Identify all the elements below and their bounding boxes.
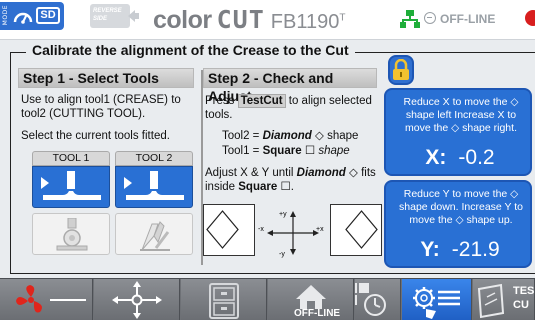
brand-model-number: FB1190 [270, 11, 340, 33]
axis-label-plus-x: +x [316, 226, 324, 233]
tool2-shape-line: Tool2 = Diamond ◇ shape [222, 128, 358, 142]
adjust-instruction: Adjust X & Y until Diamond ◇ fits inside… [205, 167, 376, 193]
adjust-shape2-name: Square [238, 181, 278, 193]
tool2-button[interactable] [115, 166, 193, 208]
step2-instruction: Press TestCut to align selected tools. [205, 94, 383, 122]
files-button[interactable] [181, 279, 267, 320]
tool2-option-button[interactable] [115, 213, 193, 255]
diamond-icon: ◇ [349, 167, 358, 179]
testcut-inline-button[interactable]: TestCut [237, 94, 286, 108]
adjust-x-value: -0.2 [458, 146, 495, 169]
gauge-icon [13, 12, 33, 24]
crease-tool-icon [41, 171, 101, 200]
top-bar: MODE SD REVERSE SIDE color CUT FB1190T O… [0, 0, 535, 40]
testcut-button[interactable]: TES CU [473, 279, 535, 320]
tool1-header: TOOL 1 [32, 151, 110, 166]
crease-wheel-icon [56, 218, 88, 251]
adjust-y-panel[interactable]: Reduce Y to move the ◇ shape down. Incre… [384, 180, 532, 268]
connection-status-label: OFF-LINE [440, 12, 496, 26]
adjust-x-label: X: [425, 146, 447, 169]
filing-cabinet-icon [209, 283, 239, 319]
crease-tool-icon [124, 171, 184, 200]
lock-icon [393, 59, 409, 80]
clock-grid-icon [355, 283, 386, 316]
tool1-button[interactable] [32, 166, 110, 208]
tool2-header: TOOL 2 [115, 151, 193, 166]
tool1-option-button[interactable] [32, 213, 110, 255]
axis-label-minus-x: -x [258, 226, 264, 233]
brand-model-superscript: T [339, 12, 346, 24]
mode-button[interactable]: MODE SD [0, 2, 64, 30]
step1-select-text: Select the current tools fitted. [21, 130, 170, 142]
square-icon: ☐ [280, 181, 291, 193]
step1-header: Step 1 - Select Tools [18, 68, 194, 88]
adjust-prefix: Adjust X & Y until [205, 167, 294, 179]
adjust-x-readout: X: -0.2 [386, 146, 534, 170]
diamond-offset-left-diagram [203, 204, 255, 256]
cutting-blade-icon [140, 221, 170, 251]
axis-label-minus-y: -y [279, 251, 285, 258]
diamond-shape-icon [206, 210, 239, 249]
fan-button[interactable] [0, 279, 93, 320]
sd-card-badge: SD [36, 7, 60, 24]
diamond-offset-right-diagram [330, 204, 382, 256]
reverse-side-button[interactable]: REVERSE SIDE [90, 4, 130, 28]
brand-cut-text: CUT [216, 5, 265, 34]
offline-toolbar-label: OFF-LINE [294, 308, 341, 319]
xy-axis-diagram: +y -y -x +x [258, 211, 324, 258]
adjust-y-value: -21.9 [451, 238, 500, 261]
tool1-prefix: Tool1 = [222, 145, 260, 157]
home-offline-button[interactable]: OFF-LINE [268, 279, 354, 320]
tool2-prefix: Tool2 = [222, 130, 260, 142]
status-indicator-dot [525, 10, 535, 26]
brand-logo: color CUT FB1190T [153, 5, 346, 34]
adjust-y-readout: Y: -21.9 [386, 238, 534, 262]
lock-button[interactable] [388, 55, 414, 85]
tool1-shape-line: Tool1 = Square ☐ shape [222, 143, 350, 157]
adjust-shape-name: Diamond [296, 167, 346, 179]
axis-label-plus-y: +y [279, 211, 287, 218]
square-icon: ☐ [304, 145, 316, 157]
settings-button[interactable] [402, 279, 472, 320]
step1-instruction: Use to align tool1 (CREASE) to tool2 (CU… [21, 94, 181, 120]
brand-color-text: color [153, 6, 212, 34]
offline-icon [424, 12, 436, 24]
testcut-label-line1: TES [513, 285, 535, 297]
adjust-x-panel[interactable]: Reduce X to move the ◇ shape left Increa… [384, 88, 532, 176]
schedule-button[interactable] [355, 279, 401, 320]
tool1-suffix: shape [318, 145, 350, 157]
fan-icon [16, 285, 86, 313]
bottom-toolbar: OFF-LINE TES CU [0, 278, 535, 320]
mode-tag: MODE [2, 5, 9, 26]
adjust-x-help: Reduce X to move the ◇ shape left Increa… [403, 96, 519, 134]
tool2-shape-name: Diamond [262, 130, 312, 142]
move-arrows-icon [112, 281, 162, 319]
adjust-y-help: Reduce Y to move the ◇ shape down. Incre… [399, 188, 523, 226]
tool2-suffix: shape [327, 130, 359, 142]
page-title: Calibrate the alignment of the Crease to… [26, 42, 355, 58]
settings-gear-icon [413, 287, 460, 319]
brand-model-text: FB1190T [271, 11, 346, 34]
adjust-y-label: Y: [420, 238, 440, 261]
reverse-arrow-icon [128, 10, 139, 22]
network-icon [400, 10, 420, 28]
step2-header: Step 2 - Check and Adjust [203, 68, 377, 104]
diamond-icon: ◇ [315, 130, 324, 142]
diamond-shape-icon [345, 210, 378, 249]
testcut-label-line2: CU [513, 299, 529, 311]
tool1-shape-name: Square [262, 145, 302, 157]
step2-press-text: Press [205, 95, 235, 107]
move-button[interactable] [94, 279, 180, 320]
